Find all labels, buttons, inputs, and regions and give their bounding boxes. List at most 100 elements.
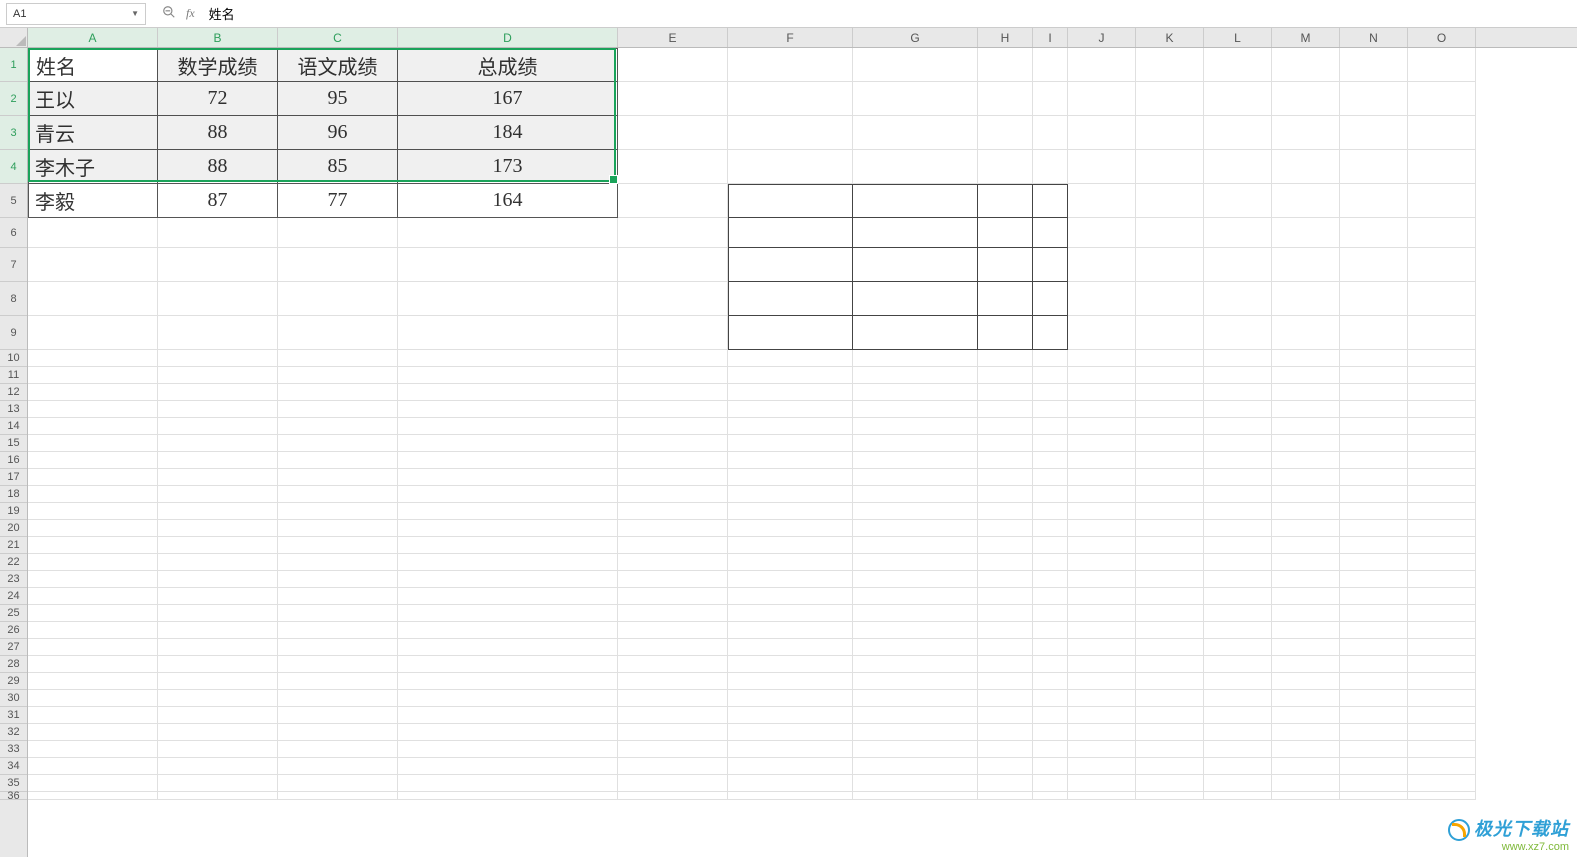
- cell-O16[interactable]: [1408, 452, 1476, 469]
- cell-F2[interactable]: [728, 82, 853, 116]
- cell-M9[interactable]: [1272, 316, 1340, 350]
- cell-M25[interactable]: [1272, 605, 1340, 622]
- cell-H21[interactable]: [978, 537, 1033, 554]
- cell-C20[interactable]: [278, 520, 398, 537]
- cell-N4[interactable]: [1340, 150, 1408, 184]
- cell-M12[interactable]: [1272, 384, 1340, 401]
- cell-J21[interactable]: [1068, 537, 1136, 554]
- cell-G24[interactable]: [853, 588, 978, 605]
- cell-K14[interactable]: [1136, 418, 1204, 435]
- cell-E1[interactable]: [618, 48, 728, 82]
- cell-D31[interactable]: [398, 707, 618, 724]
- cell-G27[interactable]: [853, 639, 978, 656]
- cell-E24[interactable]: [618, 588, 728, 605]
- cell-J25[interactable]: [1068, 605, 1136, 622]
- cell-F24[interactable]: [728, 588, 853, 605]
- row-header-25[interactable]: 25: [0, 605, 27, 622]
- cell-C36[interactable]: [278, 792, 398, 800]
- cell-I27[interactable]: [1033, 639, 1068, 656]
- cell-O5[interactable]: [1408, 184, 1476, 218]
- cell-L28[interactable]: [1204, 656, 1272, 673]
- cell-C25[interactable]: [278, 605, 398, 622]
- cell-N27[interactable]: [1340, 639, 1408, 656]
- cell-I9[interactable]: [1033, 316, 1068, 350]
- row-header-26[interactable]: 26: [0, 622, 27, 639]
- cell-O26[interactable]: [1408, 622, 1476, 639]
- cell-M26[interactable]: [1272, 622, 1340, 639]
- cell-N13[interactable]: [1340, 401, 1408, 418]
- cell-N2[interactable]: [1340, 82, 1408, 116]
- cell-G28[interactable]: [853, 656, 978, 673]
- cell-H10[interactable]: [978, 350, 1033, 367]
- cell-L19[interactable]: [1204, 503, 1272, 520]
- cell-K15[interactable]: [1136, 435, 1204, 452]
- cell-F32[interactable]: [728, 724, 853, 741]
- cell-F17[interactable]: [728, 469, 853, 486]
- cell-D32[interactable]: [398, 724, 618, 741]
- cell-I8[interactable]: [1033, 282, 1068, 316]
- cell-B13[interactable]: [158, 401, 278, 418]
- cell-N15[interactable]: [1340, 435, 1408, 452]
- cell-O31[interactable]: [1408, 707, 1476, 724]
- cell-F14[interactable]: [728, 418, 853, 435]
- cell-A25[interactable]: [28, 605, 158, 622]
- cell-J15[interactable]: [1068, 435, 1136, 452]
- cell-L22[interactable]: [1204, 554, 1272, 571]
- cell-H11[interactable]: [978, 367, 1033, 384]
- cell-I3[interactable]: [1033, 116, 1068, 150]
- cell-K36[interactable]: [1136, 792, 1204, 800]
- cell-H29[interactable]: [978, 673, 1033, 690]
- cell-L3[interactable]: [1204, 116, 1272, 150]
- cell-A19[interactable]: [28, 503, 158, 520]
- row-header-11[interactable]: 11: [0, 367, 27, 384]
- cell-J1[interactable]: [1068, 48, 1136, 82]
- cell-F30[interactable]: [728, 690, 853, 707]
- cell-G22[interactable]: [853, 554, 978, 571]
- cell-E27[interactable]: [618, 639, 728, 656]
- cell-M2[interactable]: [1272, 82, 1340, 116]
- cell-I5[interactable]: [1033, 184, 1068, 218]
- cell-O13[interactable]: [1408, 401, 1476, 418]
- cell-E12[interactable]: [618, 384, 728, 401]
- cell-A9[interactable]: [28, 316, 158, 350]
- cell-A4[interactable]: 李木子: [28, 150, 158, 184]
- cell-E9[interactable]: [618, 316, 728, 350]
- cell-L6[interactable]: [1204, 218, 1272, 248]
- cell-B3[interactable]: 88: [158, 116, 278, 150]
- cell-M31[interactable]: [1272, 707, 1340, 724]
- row-header-20[interactable]: 20: [0, 520, 27, 537]
- cell-O24[interactable]: [1408, 588, 1476, 605]
- cell-H34[interactable]: [978, 758, 1033, 775]
- row-header-9[interactable]: 9: [0, 316, 27, 350]
- cell-H17[interactable]: [978, 469, 1033, 486]
- cell-C1[interactable]: 语文成绩: [278, 48, 398, 82]
- cell-M3[interactable]: [1272, 116, 1340, 150]
- cell-I25[interactable]: [1033, 605, 1068, 622]
- cell-G31[interactable]: [853, 707, 978, 724]
- cell-M6[interactable]: [1272, 218, 1340, 248]
- cell-H35[interactable]: [978, 775, 1033, 792]
- fx-icon[interactable]: fx: [186, 6, 195, 21]
- cell-F28[interactable]: [728, 656, 853, 673]
- cell-B25[interactable]: [158, 605, 278, 622]
- cell-O27[interactable]: [1408, 639, 1476, 656]
- cell-G10[interactable]: [853, 350, 978, 367]
- cell-I2[interactable]: [1033, 82, 1068, 116]
- row-header-14[interactable]: 14: [0, 418, 27, 435]
- cell-F11[interactable]: [728, 367, 853, 384]
- cell-D11[interactable]: [398, 367, 618, 384]
- cell-J30[interactable]: [1068, 690, 1136, 707]
- cell-M18[interactable]: [1272, 486, 1340, 503]
- cell-B29[interactable]: [158, 673, 278, 690]
- cell-O15[interactable]: [1408, 435, 1476, 452]
- row-header-6[interactable]: 6: [0, 218, 27, 248]
- cell-G13[interactable]: [853, 401, 978, 418]
- cell-K20[interactable]: [1136, 520, 1204, 537]
- cell-O10[interactable]: [1408, 350, 1476, 367]
- cell-E4[interactable]: [618, 150, 728, 184]
- cell-I30[interactable]: [1033, 690, 1068, 707]
- cell-B35[interactable]: [158, 775, 278, 792]
- cell-A35[interactable]: [28, 775, 158, 792]
- cell-L4[interactable]: [1204, 150, 1272, 184]
- cell-D6[interactable]: [398, 218, 618, 248]
